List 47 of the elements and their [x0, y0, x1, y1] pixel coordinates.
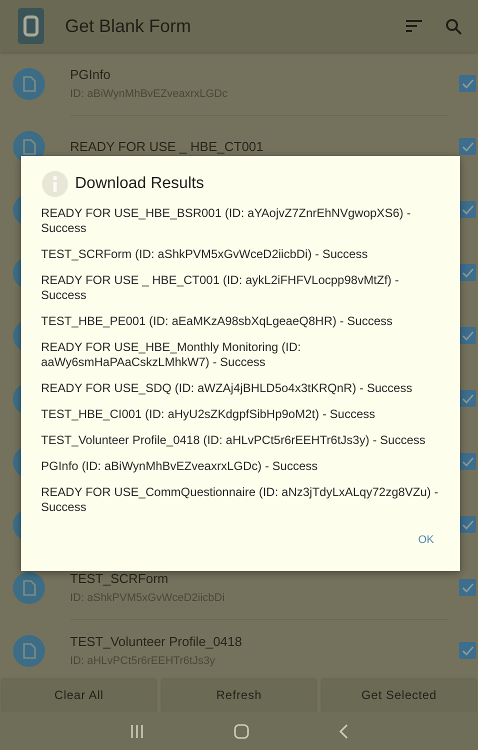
sort-icon[interactable]: [405, 19, 423, 33]
result-message: TEST_HBE_CI001 (ID: aHyU2sZKdgpfSibHp9oM2t) - Success: [41, 407, 376, 422]
checkmark-icon: [462, 646, 474, 656]
checkbox[interactable]: [459, 327, 476, 344]
result-message: READY FOR USE_SDQ (ID: aWZAj4jBHLD5o4x3tKRQnR) - Success: [41, 381, 414, 396]
checkbox[interactable]: [459, 516, 476, 533]
checkmark-icon: [462, 268, 474, 278]
search-icon[interactable]: [445, 18, 462, 34]
form-title: PGInfo: [70, 66, 112, 82]
checkbox[interactable]: [459, 75, 476, 92]
home-icon[interactable]: [234, 724, 249, 738]
checkmark-icon: [462, 330, 474, 340]
form-title: READY FOR USE _ HBE_CT001: [70, 138, 264, 154]
checkbox[interactable]: [459, 390, 476, 407]
checkmark-icon: [462, 520, 474, 530]
screen-title: Get Blank Form: [65, 16, 192, 36]
checkbox[interactable]: [459, 642, 476, 659]
result-message: READY FOR USE_HBE_Monthly Monitoring (ID: aaWy6smHaPAaCskzLMhkW7) - Success: [41, 340, 302, 370]
form-title: TEST_Volunteer Profile_0418: [70, 634, 243, 648]
checkmark-icon: [462, 78, 474, 88]
checkbox[interactable]: [459, 264, 476, 281]
result-message: TEST_HBE_PE001 (ID: aEaMKzA98sbXqLgeaeQ8HR) - Success: [41, 314, 394, 329]
result-message: TEST_SCRForm (ID: aShkPVM5xGvWceD2iicbDi) - Success: [41, 247, 369, 262]
checkmark-icon: [462, 204, 474, 214]
checkmark-icon: [462, 394, 474, 404]
checkbox[interactable]: [459, 453, 476, 470]
back-icon[interactable]: [339, 724, 348, 738]
action-button[interactable]: Clear All: [2, 678, 156, 712]
action-button[interactable]: Get Selected: [322, 678, 476, 712]
checkbox[interactable]: [459, 138, 476, 155]
info-icon: [41, 170, 69, 198]
ok-button[interactable]: OK: [412, 530, 440, 550]
result-message: PGInfo (ID: aBiWynMhBvEZveaxrxLGDc) - Success: [41, 459, 319, 474]
result-message: READY FOR USE _ HBE_CT001 (ID: aykL2iFHFVLocpp98vMtZf) - Success: [41, 273, 400, 303]
checkmark-icon: [462, 582, 474, 592]
checkbox[interactable]: [459, 579, 476, 596]
result-message: TEST_Volunteer Profile_0418 (ID: aHLvPCt5r6rEEHTr6tJs3y) - Success: [41, 433, 426, 448]
result-message: READY FOR USE_HBE_BSR001 (ID: aYAojvZ7ZnrEhNVgwopXS6) - Success: [41, 206, 412, 236]
app-logo-icon: [18, 8, 44, 44]
dialog-title: Download Results: [75, 175, 204, 193]
checkmark-icon: [462, 142, 474, 152]
recent-apps-icon[interactable]: [130, 724, 144, 738]
action-button[interactable]: Refresh: [162, 678, 316, 712]
result-message: READY FOR USE_CommQuestionnaire (ID: aNz3jTdyLxALqy72zg8VZu) - Success: [41, 485, 440, 515]
form-title: TEST_SCRForm: [70, 570, 170, 586]
checkbox[interactable]: [459, 201, 476, 218]
checkmark-icon: [462, 456, 474, 466]
